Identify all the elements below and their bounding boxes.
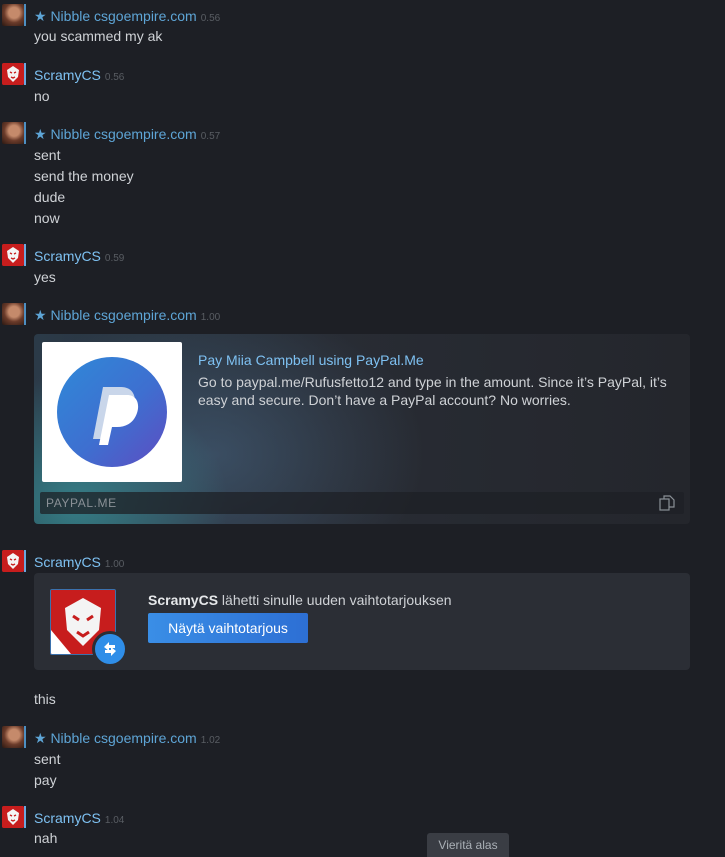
status-bar [24, 122, 26, 144]
status-bar [24, 550, 26, 572]
trade-offer-sender[interactable]: ScramyCS [148, 592, 218, 608]
avatar[interactable] [2, 550, 24, 572]
trade-arrows-icon [92, 631, 128, 667]
author-name[interactable]: ★ Nibble csgoempire.com 0.57 [34, 126, 220, 143]
lion-icon [2, 63, 24, 85]
status-bar [24, 244, 26, 266]
view-trade-offer-button[interactable]: Näytä vaihtotarjous [148, 613, 308, 643]
message-text: this [34, 691, 56, 707]
lion-icon [2, 550, 24, 572]
embed-footer: PAYPAL.ME [40, 492, 684, 514]
avatar[interactable] [2, 122, 24, 144]
trade-offer-card: ScramyCS lähetti sinulle uuden vaihtotar… [34, 573, 690, 670]
timestamp: 0.56 [104, 72, 125, 83]
avatar[interactable] [2, 726, 24, 748]
scroll-down-button[interactable]: Vieritä alas [427, 833, 509, 857]
author-name[interactable]: ★ Nibble csgoempire.com 0.56 [34, 8, 220, 25]
avatar[interactable] [2, 244, 24, 266]
copy-icon[interactable] [658, 495, 676, 511]
timestamp: 1.04 [104, 815, 125, 826]
message-text: now [34, 210, 60, 226]
author-name[interactable]: ★ Nibble csgoempire.com 1.02 [34, 730, 220, 747]
timestamp: 0.59 [104, 253, 125, 264]
author-name[interactable]: ScramyCS 0.56 [34, 67, 124, 83]
author-name[interactable]: ★ Nibble csgoempire.com 1.00 [34, 307, 220, 324]
avatar[interactable] [2, 4, 24, 26]
timestamp: 0.56 [200, 13, 221, 24]
timestamp: 0.57 [200, 131, 221, 142]
message-text: yes [34, 269, 56, 285]
timestamp: 1.02 [200, 735, 221, 746]
avatar[interactable] [2, 303, 24, 325]
message-text: no [34, 88, 50, 104]
message-text: send the money [34, 168, 134, 184]
author-name[interactable]: ScramyCS 1.00 [34, 554, 124, 570]
lion-icon [2, 806, 24, 828]
author-name[interactable]: ScramyCS 1.04 [34, 810, 124, 826]
status-bar [24, 4, 26, 26]
timestamp: 1.00 [104, 559, 125, 570]
link-embed[interactable]: Pay Miia Campbell using PayPal.Me Go to … [34, 334, 690, 524]
embed-description: Go to paypal.me/Rufusfetto12 and type in… [198, 374, 667, 408]
message-text: nah [34, 830, 58, 846]
timestamp: 1.00 [200, 312, 221, 323]
avatar[interactable] [2, 63, 24, 85]
trade-offer-text: ScramyCS lähetti sinulle uuden vaihtotar… [148, 592, 452, 608]
message-text: sent [34, 751, 61, 767]
embed-thumbnail[interactable] [42, 342, 182, 482]
embed-domain: PAYPAL.ME [46, 496, 117, 510]
author-name[interactable]: ScramyCS 0.59 [34, 248, 124, 264]
message-text: dude [34, 189, 66, 205]
message-text: sent [34, 147, 61, 163]
status-bar [24, 63, 26, 85]
message-text: you scammed my ak [34, 28, 163, 44]
paypal-logo-icon [57, 357, 167, 467]
lion-icon [2, 244, 24, 266]
status-bar [24, 806, 26, 828]
avatar[interactable] [2, 806, 24, 828]
status-bar [24, 726, 26, 748]
status-bar [24, 303, 26, 325]
message-text: pay [34, 772, 57, 788]
embed-title-link[interactable]: Pay Miia Campbell using PayPal.Me [198, 352, 424, 368]
